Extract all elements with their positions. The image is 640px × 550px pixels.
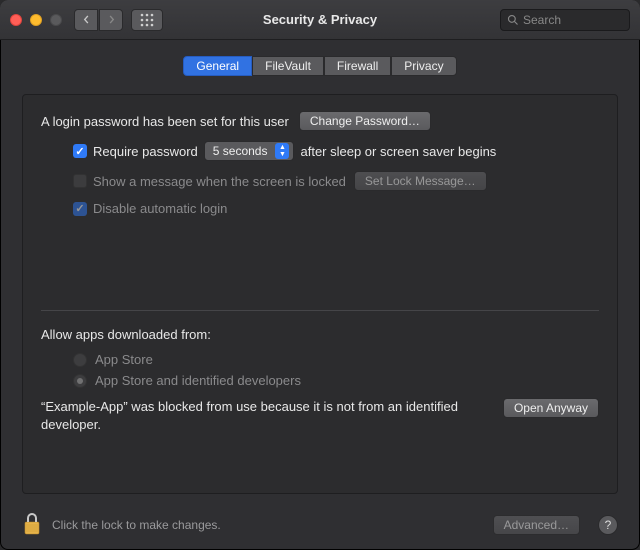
content-area: General FileVault Firewall Privacy A log… <box>0 40 640 500</box>
forward-button[interactable] <box>99 9 123 31</box>
stepper-arrows-icon: ▲▼ <box>275 143 289 159</box>
show-all-button[interactable] <box>131 9 163 31</box>
titlebar: Security & Privacy Search <box>0 0 640 40</box>
password-set-text: A login password has been set for this u… <box>41 114 289 129</box>
tab-general[interactable]: General <box>183 56 252 76</box>
help-button[interactable]: ? <box>598 515 618 535</box>
change-password-button[interactable]: Change Password… <box>299 111 431 131</box>
back-button[interactable] <box>74 9 98 31</box>
require-password-delay-select[interactable]: 5 seconds ▲▼ <box>204 141 295 161</box>
tab-filevault[interactable]: FileVault <box>252 56 324 76</box>
tab-bar: General FileVault Firewall Privacy <box>22 56 618 76</box>
divider <box>41 310 599 311</box>
nav-buttons <box>74 9 123 31</box>
require-password-delay-value: 5 seconds <box>213 144 268 158</box>
disable-auto-login-label: Disable automatic login <box>93 201 227 216</box>
radio-app-store-label: App Store <box>95 352 153 367</box>
general-panel: A login password has been set for this u… <box>22 94 618 494</box>
search-field[interactable]: Search <box>500 9 630 31</box>
search-icon <box>507 14 519 26</box>
open-anyway-button[interactable]: Open Anyway <box>503 398 599 418</box>
radio-identified-label: App Store and identified developers <box>95 373 301 388</box>
tab-privacy[interactable]: Privacy <box>391 56 456 76</box>
show-message-label: Show a message when the screen is locked <box>93 174 346 189</box>
require-password-suffix: after sleep or screen saver begins <box>300 144 496 159</box>
allow-apps-heading: Allow apps downloaded from: <box>41 327 211 342</box>
disable-auto-login-checkbox <box>73 202 87 216</box>
radio-identified-developers <box>73 374 87 388</box>
lock-icon[interactable] <box>22 512 42 539</box>
footer: Click the lock to make changes. Advanced… <box>0 500 640 550</box>
radio-app-store <box>73 353 87 367</box>
require-password-label: Require password <box>93 144 198 159</box>
traffic-lights <box>10 14 62 26</box>
tab-firewall[interactable]: Firewall <box>324 56 391 76</box>
preferences-window: Security & Privacy Search General FileVa… <box>0 0 640 550</box>
lock-text: Click the lock to make changes. <box>52 518 221 532</box>
show-message-checkbox <box>73 174 87 188</box>
zoom-window-btn <box>50 14 62 26</box>
search-placeholder: Search <box>523 13 561 27</box>
minimize-window-btn[interactable] <box>30 14 42 26</box>
blocked-app-message: “Example-App” was blocked from use becau… <box>41 398 487 433</box>
require-password-checkbox[interactable] <box>73 144 87 158</box>
set-lock-message-button: Set Lock Message… <box>354 171 487 191</box>
close-window-btn[interactable] <box>10 14 22 26</box>
advanced-button[interactable]: Advanced… <box>493 515 580 535</box>
